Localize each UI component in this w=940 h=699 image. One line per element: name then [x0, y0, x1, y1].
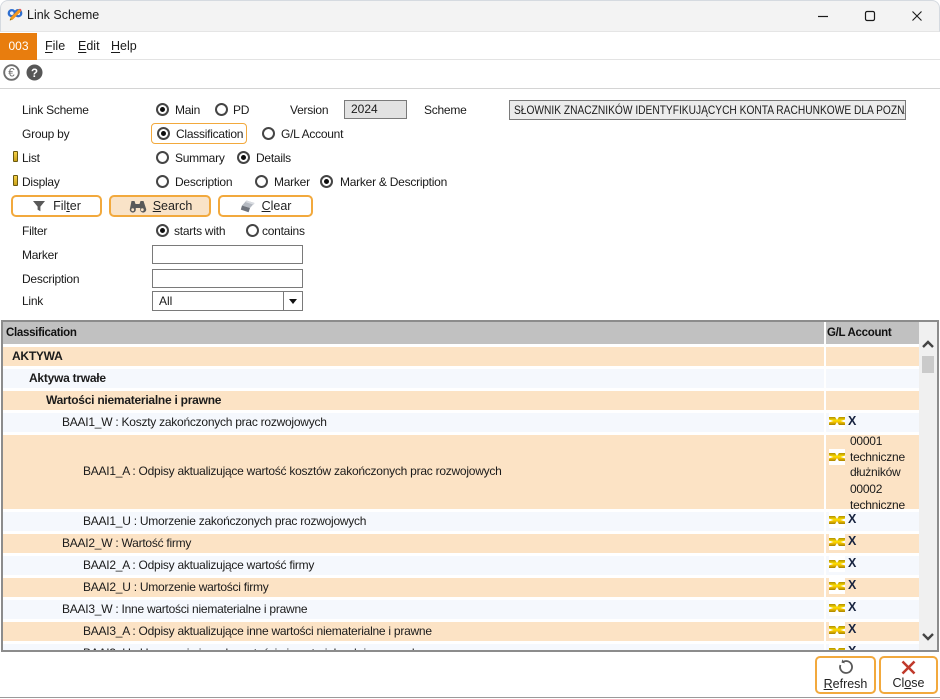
- svg-text:€: €: [8, 68, 15, 80]
- svg-text:?: ?: [31, 68, 38, 80]
